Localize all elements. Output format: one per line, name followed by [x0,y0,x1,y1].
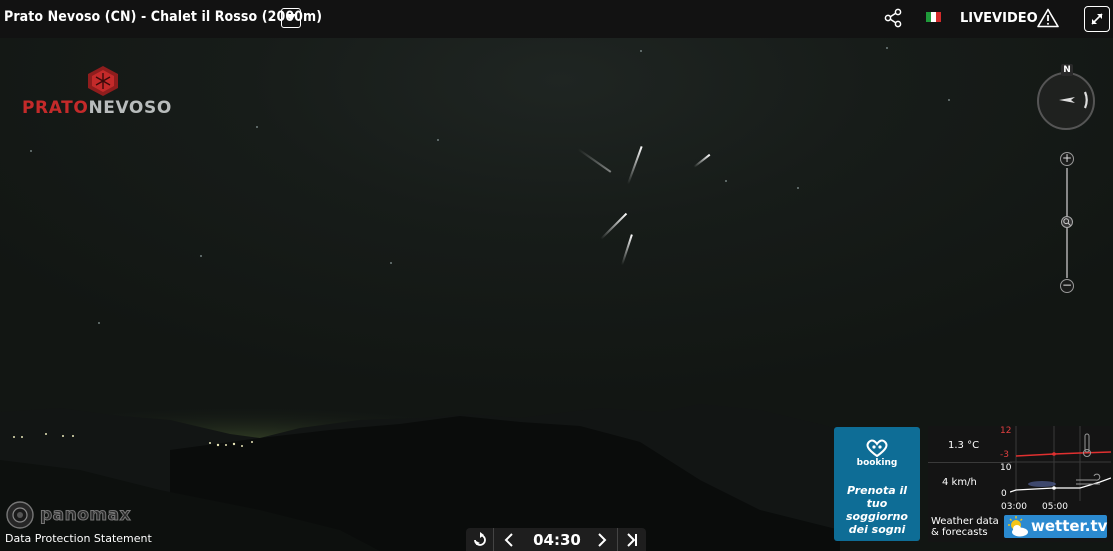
booking-ad[interactable]: booking Prenota il tuo soggiorno dei sog… [834,427,920,541]
share-icon[interactable] [883,8,903,28]
chevron-down-icon [286,14,296,21]
brand-wordmark: PRATONEVOSO [22,98,172,118]
weather-footer-line2: & forecasts [931,527,988,538]
compass[interactable]: N [1037,64,1095,130]
compass-ring[interactable] [1037,72,1095,130]
expand-icon [1091,13,1103,25]
zoom-out-button[interactable]: − [1060,279,1074,293]
webcam-viewer[interactable]: PRATONEVOSO Prato Nevoso (CN) - Chalet i… [0,0,1113,551]
wettertv-logo[interactable]: wetter.tv [1004,515,1107,538]
wettertv-wordmark: wetter.tv [1031,517,1108,535]
camera-title: Prato Nevoso (CN) - Chalet il Rosso (200… [4,9,323,25]
weather-mini-chart [1010,426,1111,501]
wind-value: 4 km/h [942,477,977,488]
next-button[interactable] [588,528,616,551]
playback-bar: 04:30 [466,528,646,551]
weather-footer-text: Weather data & forecasts [931,516,999,538]
booking-heart-icon [866,439,888,457]
compass-north-label: N [1061,64,1073,76]
temperature-value: 1.3 °C [948,440,980,451]
booking-tagline: Prenota il tuo soggiorno dei sogni [846,484,908,536]
camera-select-dropdown[interactable] [281,8,301,28]
replay-button[interactable] [466,528,494,551]
chevron-right-icon [598,532,607,547]
zoom-handle[interactable] [1061,216,1073,228]
go-live-button[interactable] [617,528,646,551]
panomax-camera-icon [6,501,34,529]
top-bar: Prato Nevoso (CN) - Chalet il Rosso (200… [0,0,1113,38]
panomax-wordmark: panomax [39,505,132,526]
warning-icon[interactable] [1037,8,1059,28]
fullscreen-button[interactable] [1084,6,1110,32]
chevron-left-icon [504,532,513,547]
skip-to-end-icon [627,532,637,547]
prato-nevoso-logo: PRATONEVOSO [22,66,192,120]
weather-widget[interactable]: 1.3 °C 4 km/h 12 -3 10 0 03:00 05:00 Wea… [928,426,1111,542]
livevideo-button[interactable]: LIVEVIDEO [960,11,1038,26]
wind-axis-min: 0 [1001,489,1007,499]
booking-brand: booking [856,458,898,468]
playback-time[interactable]: 04:30 [526,531,588,549]
compass-needle-icon [1059,91,1088,109]
zoom-slider[interactable]: + − [1058,152,1076,294]
temp-axis-min: -3 [1000,450,1009,460]
weather-footer-line1: Weather data [931,516,999,527]
snowflake-logo-icon [88,66,118,96]
previous-button[interactable] [495,528,523,551]
sun-cloud-icon [1008,516,1028,537]
replay-icon [473,531,486,546]
it-flag-icon[interactable] [926,12,941,22]
data-protection-link[interactable]: Data Protection Statement [5,532,152,545]
magnifier-icon [1063,218,1071,226]
zoom-in-button[interactable]: + [1060,152,1074,166]
panomax-logo[interactable]: panomax [4,500,131,530]
